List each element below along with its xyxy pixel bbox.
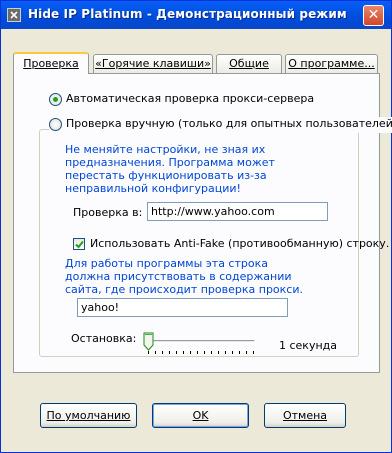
slider-tick: [155, 351, 156, 354]
radio-manual-check[interactable]: Проверка вручную (только для опытных пол…: [49, 117, 392, 133]
title-bar[interactable]: Hide IP Platinum - Демонстрационный режи…: [1, 1, 391, 29]
tab-about[interactable]: О программе...: [285, 54, 378, 73]
cancel-button[interactable]: Отмена: [264, 403, 346, 428]
close-button[interactable]: ✕: [363, 5, 384, 26]
slider-tick: [218, 351, 219, 354]
radio-auto-check[interactable]: Автоматическая проверка прокси-сервера: [49, 92, 314, 108]
slider-tick: [253, 351, 254, 354]
slider-tick: [225, 351, 226, 354]
slider-tick: [169, 351, 170, 354]
slider-tick: [162, 351, 163, 354]
warning-text: Не меняйте настройки, не зная их предназ…: [65, 143, 275, 195]
antifake-input[interactable]: yahoo!: [77, 298, 288, 317]
slider-tick: [211, 351, 212, 354]
slider-tick: [204, 351, 205, 354]
radio-auto-indicator[interactable]: [49, 92, 62, 106]
stop-slider-thumb[interactable]: [143, 332, 154, 351]
settings-window: Hide IP Platinum - Демонстрационный режи…: [0, 0, 392, 453]
antifake-label[interactable]: Использовать Anti-Fake (противообманную)…: [90, 237, 389, 250]
close-icon: ✕: [367, 7, 380, 23]
stop-label: Остановка:: [71, 332, 137, 345]
slider-tick: [197, 351, 198, 354]
slider-tick: [148, 351, 149, 354]
tab-hotkeys[interactable]: «Горячие клавиши»: [93, 54, 213, 73]
slider-tick: [176, 351, 177, 354]
slider-tick: [190, 351, 191, 354]
app-menu-icon[interactable]: [7, 8, 21, 22]
slider-tick: [183, 351, 184, 354]
slider-tick: [239, 351, 240, 354]
radio-manual-indicator[interactable]: [49, 117, 62, 131]
checkmark-icon: [75, 240, 84, 249]
slider-tick: [246, 351, 247, 354]
radio-manual-label: Проверка вручную (только для опытных пол…: [66, 117, 392, 130]
slider-tick: [232, 351, 233, 354]
window-title: Hide IP Platinum - Демонстрационный режи…: [28, 7, 347, 21]
tab-check[interactable]: Проверка: [13, 52, 89, 74]
check-url-input[interactable]: http://www.yahoo.com: [147, 202, 328, 221]
stop-value: 1 секунда: [279, 339, 338, 352]
antifake-checkbox[interactable]: [73, 238, 85, 250]
tab-general[interactable]: Общие: [216, 54, 282, 73]
ok-button[interactable]: OK: [152, 403, 249, 428]
stop-slider-track[interactable]: [147, 340, 255, 343]
check-url-label: Проверка в:: [73, 206, 143, 219]
defaults-button[interactable]: По умолчанию: [40, 403, 137, 428]
antifake-hint: Для работы программы эта строка должна п…: [65, 257, 303, 296]
radio-auto-label: Автоматическая проверка прокси-сервера: [66, 92, 315, 105]
